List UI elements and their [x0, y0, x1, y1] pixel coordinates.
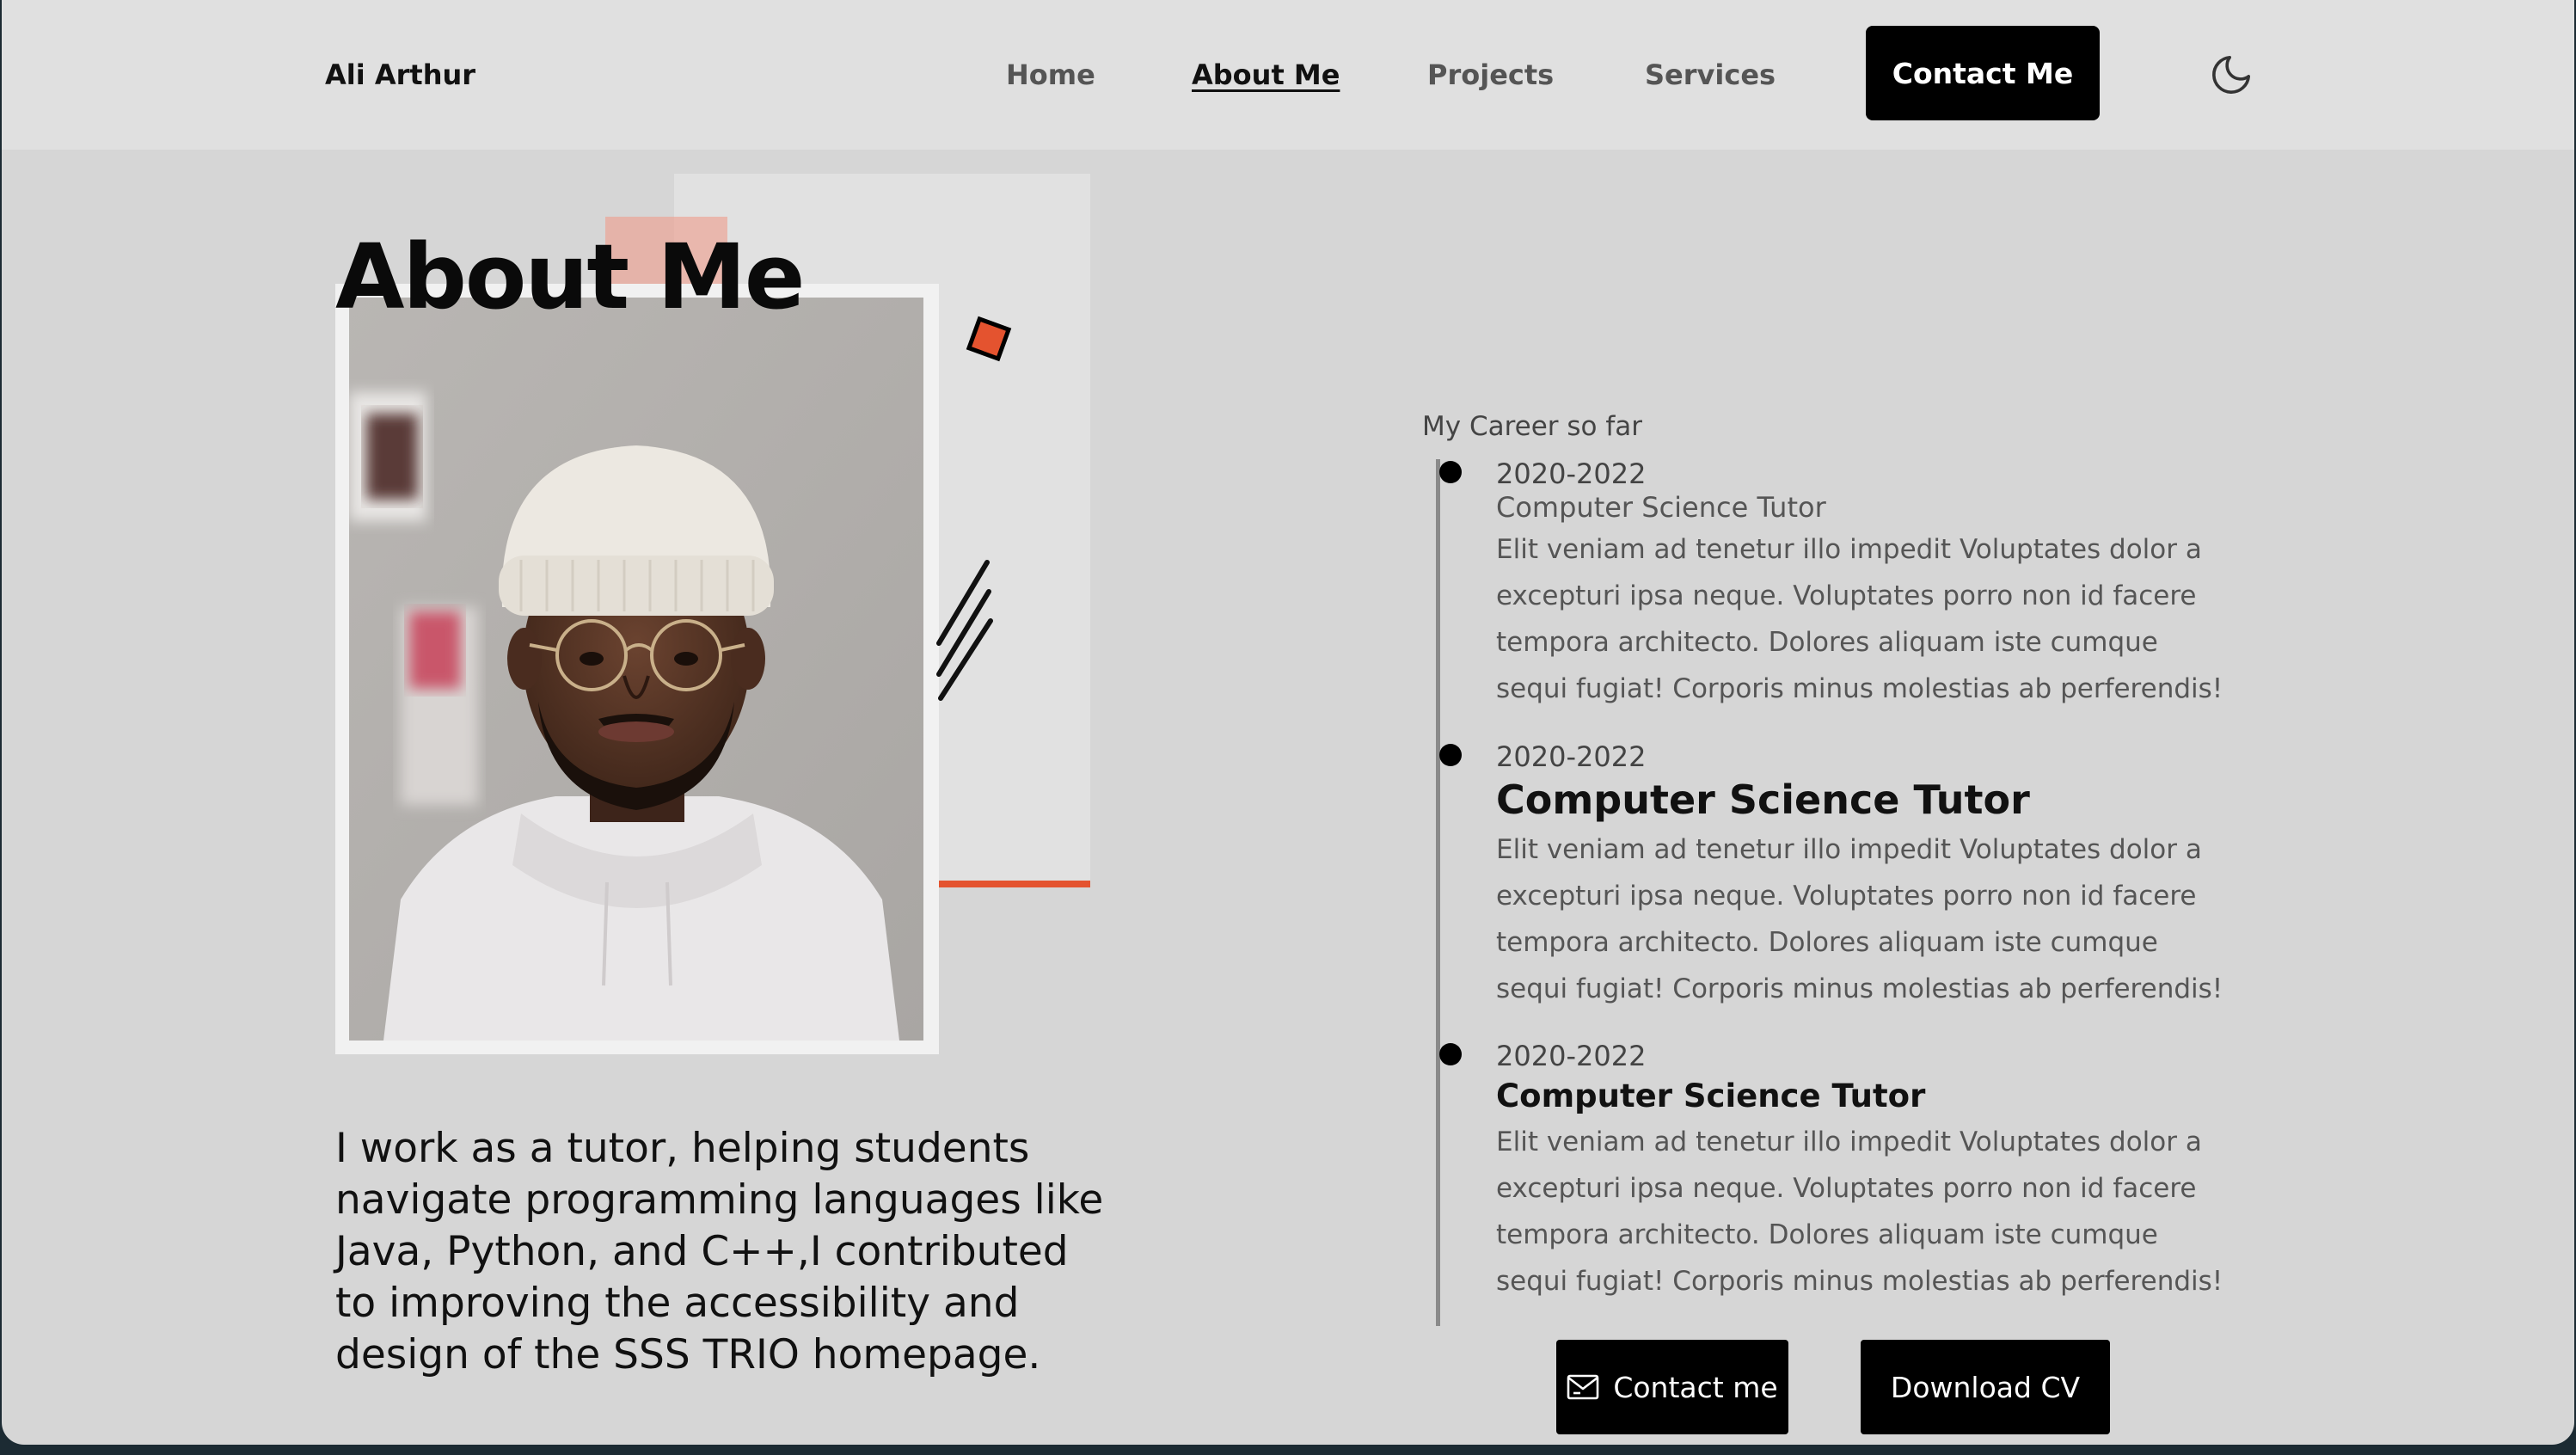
nav-link-services[interactable]: Services: [1645, 58, 1776, 91]
career-heading: My Career so far: [1422, 411, 1643, 442]
timeline-dot: [1439, 461, 1462, 483]
timeline-years: 2020-2022: [1496, 740, 1647, 773]
download-cv-button[interactable]: Download CV: [1861, 1340, 2110, 1434]
navbar: Ali Arthur Home About Me Projects Servic…: [2, 0, 2574, 150]
timeline-description: Elit veniam ad tenetur illo impedit Volu…: [1496, 534, 2223, 704]
diamond-decoration-icon: [966, 316, 1012, 362]
timeline-dot: [1439, 744, 1462, 766]
contact-me-nav-button[interactable]: Contact Me: [1866, 26, 2100, 120]
timeline-years: 2020-2022: [1496, 457, 1647, 490]
site-logo[interactable]: Ali Arthur: [325, 58, 475, 91]
timeline-line: [1436, 459, 1440, 1326]
timeline-years: 2020-2022: [1496, 1040, 1647, 1072]
timeline-role: Computer Science Tutor: [1496, 491, 1826, 524]
theme-toggle-button[interactable]: [2208, 52, 2254, 98]
timeline-description: Elit veniam ad tenetur illo impedit Volu…: [1496, 1127, 2223, 1297]
timeline-item: 2020-2022 Computer Science Tutor Elit ve…: [1439, 740, 2236, 1012]
mail-icon: [1567, 1374, 1599, 1400]
timeline-item: 2020-2022 Computer Science Tutor Elit ve…: [1439, 1040, 2236, 1305]
contact-me-label: Contact me: [1613, 1370, 1778, 1404]
timeline-item: 2020-2022 Computer Science Tutor Elit ve…: [1439, 457, 2236, 712]
page-title: About Me: [335, 224, 805, 329]
timeline-role: Computer Science Tutor: [1496, 1077, 1926, 1114]
page: Ali Arthur Home About Me Projects Servic…: [2, 0, 2574, 1445]
contact-me-button[interactable]: Contact me: [1556, 1340, 1788, 1434]
timeline-description: Elit veniam ad tenetur illo impedit Volu…: [1496, 834, 2223, 1004]
timeline-dot: [1439, 1043, 1462, 1065]
profile-photo: [349, 298, 923, 1041]
nav-link-projects[interactable]: Projects: [1427, 58, 1554, 91]
nav-link-home[interactable]: Home: [1006, 58, 1095, 91]
timeline-role: Computer Science Tutor: [1496, 777, 2030, 823]
nav-link-about-me[interactable]: About Me: [1192, 58, 1340, 91]
moon-icon: [2212, 55, 2251, 94]
slash-strokes-decoration-icon: [936, 560, 993, 701]
profile-photo-frame: [335, 284, 939, 1054]
accent-underline: [937, 881, 1090, 887]
bio-text: I work as a tutor, helping students navi…: [335, 1125, 1104, 1378]
